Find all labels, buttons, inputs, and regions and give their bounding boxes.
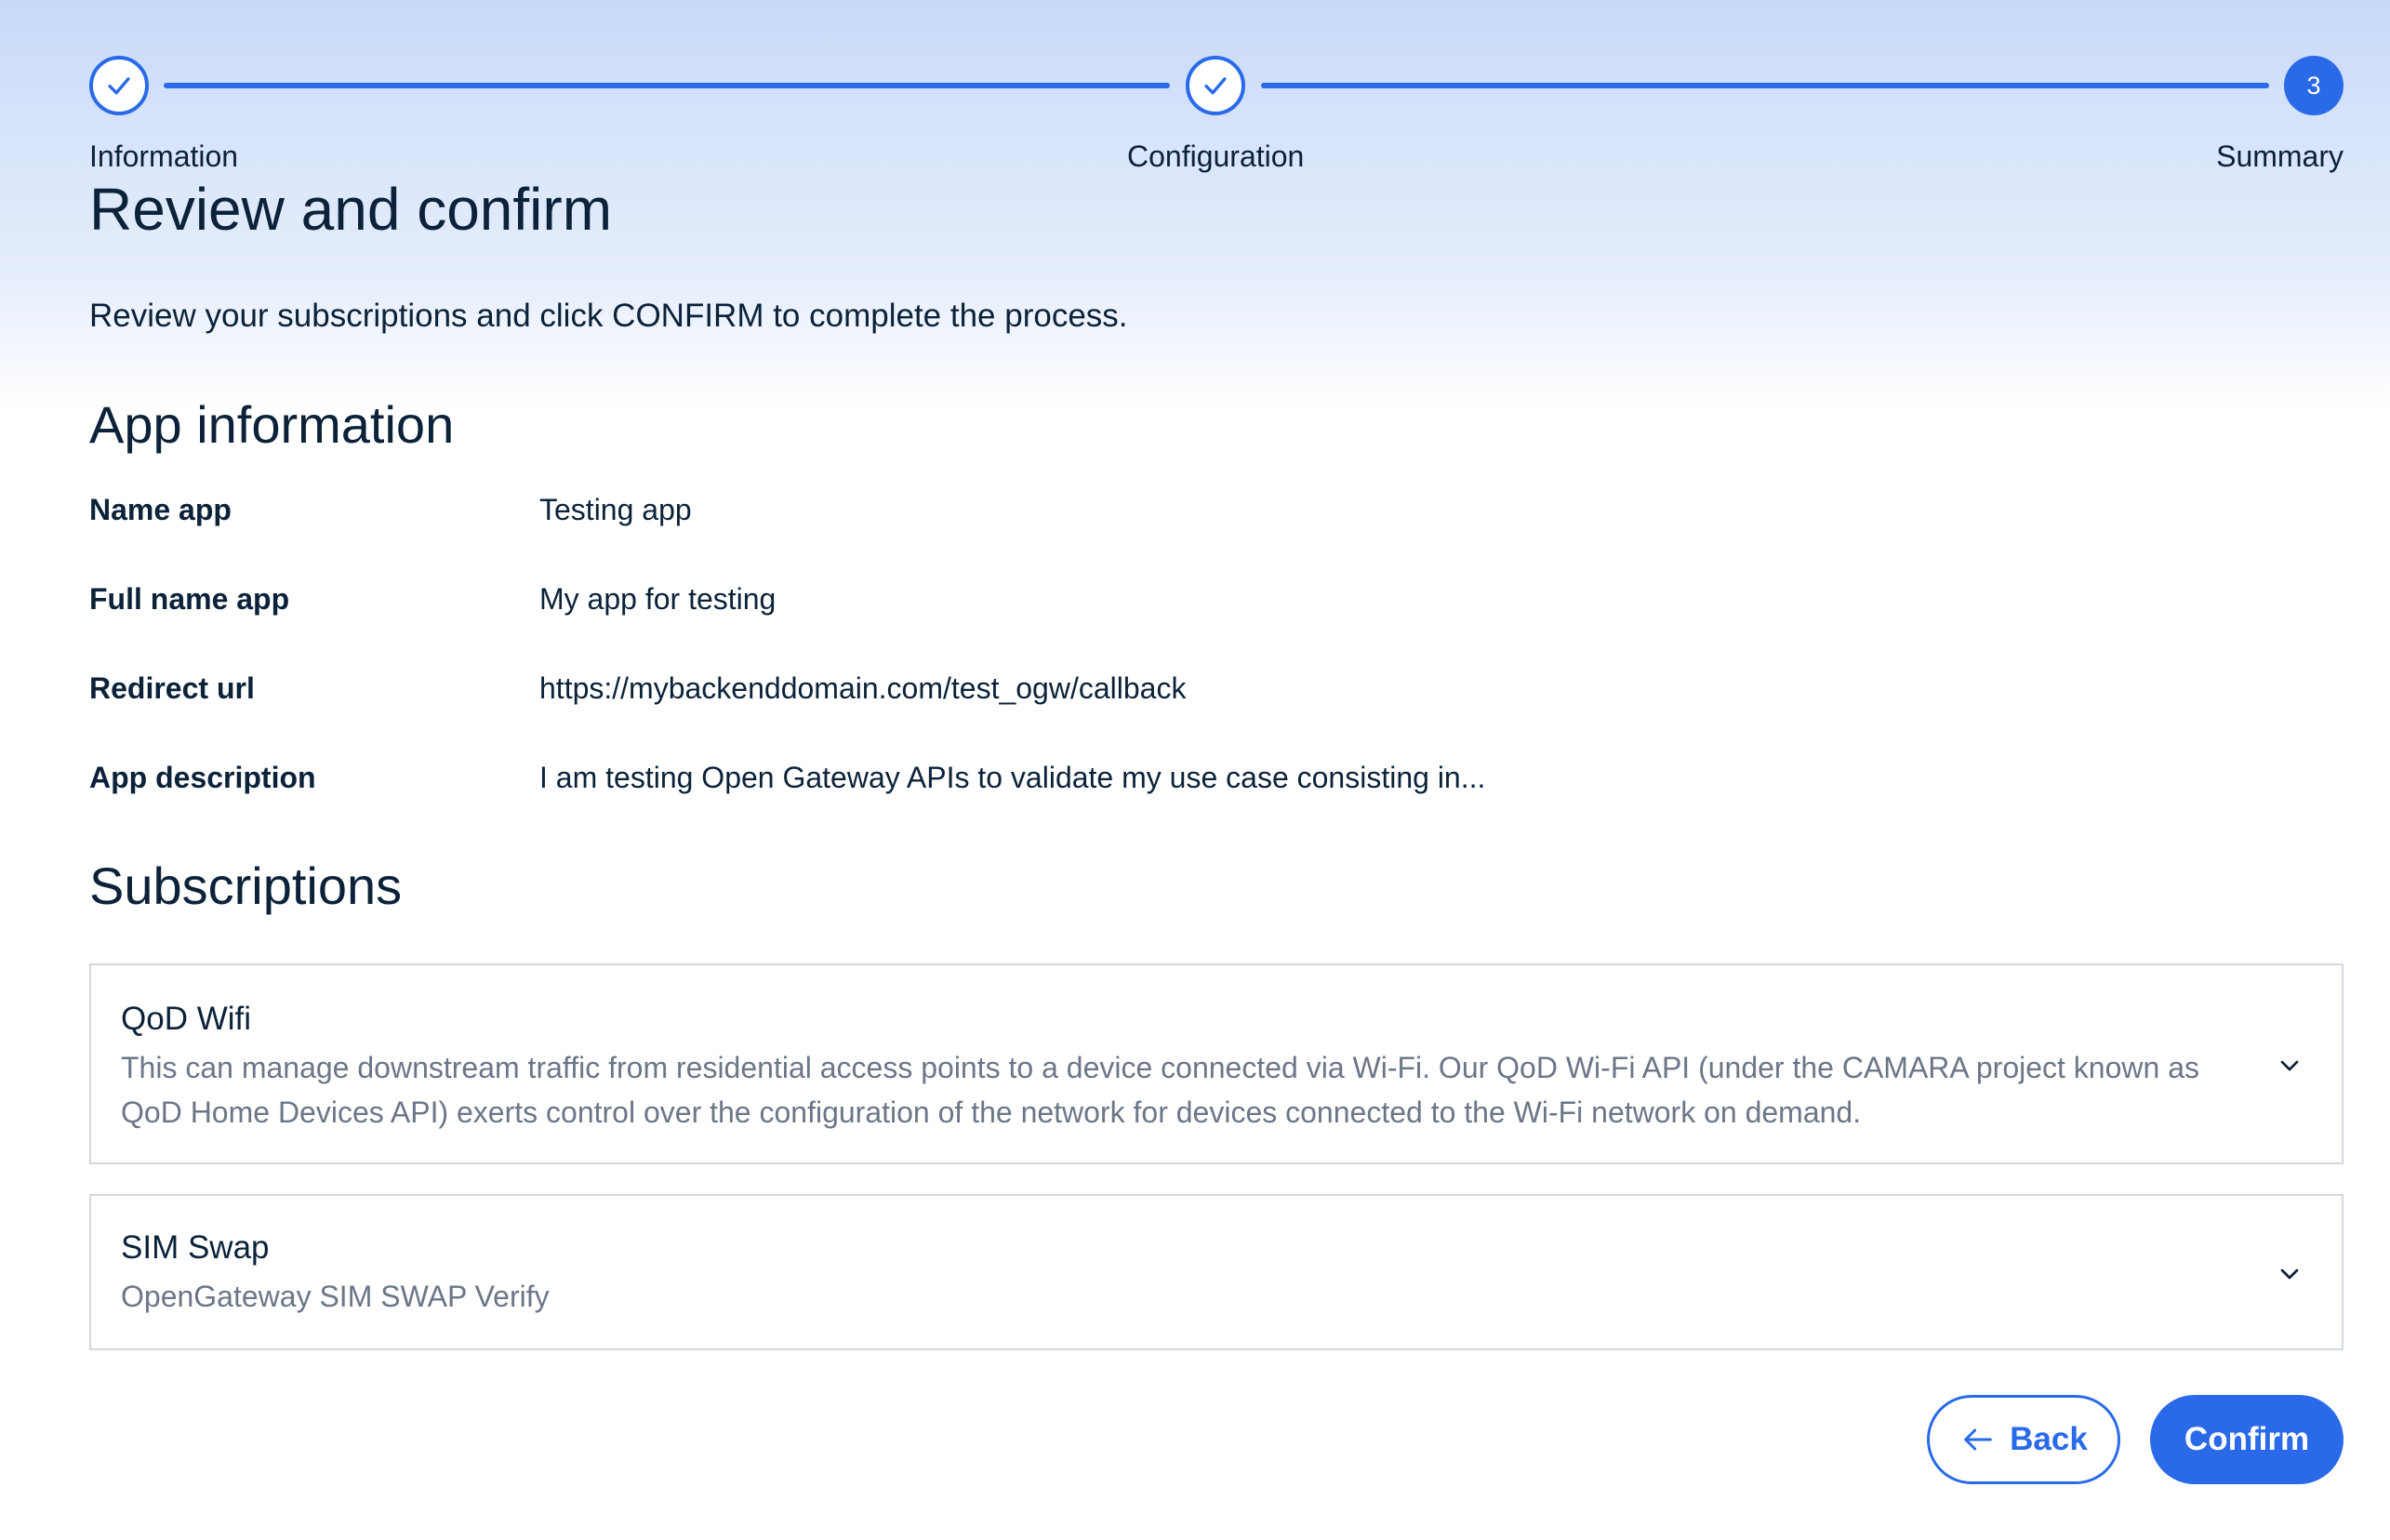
back-button-label: Back xyxy=(2010,1421,2088,1457)
subscription-card-sim-swap[interactable]: SIM Swap OpenGateway SIM SWAP Verify xyxy=(89,1194,2344,1350)
info-value: Testing app xyxy=(539,493,692,526)
info-label: Redirect url xyxy=(89,671,255,705)
page-subtitle: Review your subscriptions and click CONF… xyxy=(89,298,1128,334)
chevron-down-icon[interactable] xyxy=(2275,1051,2304,1081)
page-title: Review and confirm xyxy=(89,176,612,243)
subscription-title: QoD Wifi xyxy=(121,1001,251,1037)
subscription-card-qod-wifi[interactable]: QoD Wifi This can manage downstream traf… xyxy=(89,963,2344,1164)
step-label-summary: Summary xyxy=(2216,139,2344,173)
subscription-title: SIM Swap xyxy=(121,1229,270,1266)
check-icon xyxy=(108,77,130,95)
step-label-information: Information xyxy=(89,139,239,173)
back-button[interactable]: Back xyxy=(1927,1395,2120,1484)
step-summary-circle: 3 xyxy=(2284,56,2344,115)
info-label: Name app xyxy=(89,493,232,526)
step-number: 3 xyxy=(2306,71,2321,100)
info-value: https://mybackenddomain.com/test_ogw/cal… xyxy=(539,671,1187,705)
confirm-button[interactable]: Confirm xyxy=(2150,1395,2344,1484)
step-configuration-circle xyxy=(1186,56,1245,115)
info-value: My app for testing xyxy=(539,582,777,616)
chevron-down-icon[interactable] xyxy=(2275,1259,2304,1289)
subscription-description: This can manage downstream traffic from … xyxy=(121,1051,2199,1129)
info-label: App description xyxy=(89,761,316,794)
subscriptions-heading: Subscriptions xyxy=(89,856,403,915)
step-label-configuration: Configuration xyxy=(1127,139,1305,173)
arrow-left-icon xyxy=(1964,1428,1992,1451)
confirm-button-label: Confirm xyxy=(2184,1421,2310,1457)
check-icon xyxy=(1204,77,1227,95)
stepper-connector xyxy=(164,83,1170,88)
stepper-connector xyxy=(1261,83,2269,88)
step-information-circle xyxy=(89,56,149,115)
subscription-description: OpenGateway SIM SWAP Verify xyxy=(121,1280,550,1313)
app-information-heading: App information xyxy=(89,395,455,454)
info-value: I am testing Open Gateway APIs to valida… xyxy=(539,761,1486,794)
info-label: Full name app xyxy=(89,582,290,616)
